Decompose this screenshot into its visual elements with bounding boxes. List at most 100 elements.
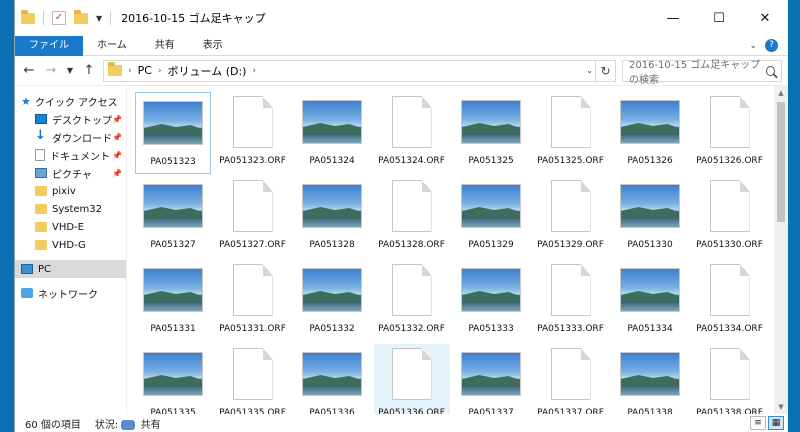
item-count: 60 個の項目 <box>25 419 81 431</box>
sidebar-item-vhd-g[interactable]: VHD-G <box>15 236 126 254</box>
file-item[interactable]: PA051326 <box>612 92 688 174</box>
expand-ribbon-icon[interactable]: ⌄ <box>749 41 757 51</box>
file-item[interactable]: PA051331 <box>135 260 211 342</box>
properties-icon[interactable]: ✓ <box>52 11 66 25</box>
minimize-button[interactable]: — <box>650 0 696 36</box>
sidebar-item-documents[interactable]: ドキュメント 📌 <box>15 146 126 164</box>
sidebar-item-desktop[interactable]: デスクトップ 📌 <box>15 110 126 128</box>
back-icon[interactable]: ← <box>21 63 37 78</box>
file-thumbnail <box>221 96 285 148</box>
file-item[interactable]: PA051336 <box>294 344 370 414</box>
file-item[interactable]: PA051334 <box>612 260 688 342</box>
raw-file-icon <box>550 180 591 232</box>
file-item[interactable]: PA051333.ORF <box>533 260 609 342</box>
file-name: PA051327 <box>150 240 196 250</box>
file-item[interactable]: PA051328 <box>294 176 370 258</box>
file-thumbnail <box>698 348 762 400</box>
file-thumbnail <box>539 348 603 400</box>
sidebar-item-network[interactable]: ネットワーク <box>15 284 126 302</box>
tab-view[interactable]: 表示 <box>189 36 237 56</box>
file-item[interactable]: PA051337 <box>453 344 529 414</box>
file-item[interactable]: PA051331.ORF <box>215 260 291 342</box>
file-name: PA051330.ORF <box>696 240 763 250</box>
file-item[interactable]: PA051323 <box>135 92 211 174</box>
file-item[interactable]: PA051335.ORF <box>215 344 291 414</box>
star-icon: ★ <box>21 94 31 108</box>
file-item[interactable]: PA051332 <box>294 260 370 342</box>
refresh-icon[interactable]: ↻ <box>595 60 615 81</box>
help-icon[interactable]: ? <box>765 39 778 52</box>
file-item[interactable]: PA051323.ORF <box>215 92 291 174</box>
file-item[interactable]: PA051326.ORF <box>692 92 768 174</box>
new-folder-icon[interactable] <box>74 9 88 24</box>
address-dropdown[interactable]: ⌄ <box>586 66 593 75</box>
sidebar-item-downloads[interactable]: ダウンロード 📌 <box>15 128 126 146</box>
file-name: PA051334.ORF <box>696 324 763 334</box>
file-item[interactable]: PA051329.ORF <box>533 176 609 258</box>
sidebar-item-quick-access[interactable]: ★ クイック アクセス <box>15 92 126 110</box>
sidebar-item-pc[interactable]: PC <box>15 260 126 278</box>
sidebar-item-system32[interactable]: System32 <box>15 200 126 218</box>
tab-home[interactable]: ホーム <box>83 36 141 56</box>
file-item[interactable]: PA051327 <box>135 176 211 258</box>
file-thumbnail <box>698 96 762 148</box>
breadcrumb-pc[interactable]: PC <box>138 64 152 77</box>
breadcrumb-separator[interactable]: › <box>128 66 132 76</box>
image-thumbnail-icon <box>461 268 521 312</box>
file-thumbnail <box>698 180 762 232</box>
file-item[interactable]: PA051329 <box>453 176 529 258</box>
large-icons-view-button[interactable]: ▦ <box>768 416 784 430</box>
vertical-scrollbar[interactable]: ▲ ▼ <box>774 86 788 414</box>
file-item[interactable]: PA051327.ORF <box>215 176 291 258</box>
recent-locations-dropdown[interactable]: ▼ <box>65 66 75 75</box>
file-item[interactable]: PA051330 <box>612 176 688 258</box>
close-button[interactable]: ✕ <box>742 0 788 36</box>
scrollbar-thumb[interactable] <box>777 102 785 222</box>
up-icon[interactable]: ↑ <box>81 63 97 78</box>
file-item[interactable]: PA051324 <box>294 92 370 174</box>
file-item[interactable]: PA051332.ORF <box>374 260 450 342</box>
tab-share[interactable]: 共有 <box>141 36 189 56</box>
file-item[interactable]: PA051338 <box>612 344 688 414</box>
scroll-down-icon[interactable]: ▼ <box>774 400 788 414</box>
file-thumbnail <box>539 96 603 148</box>
raw-file-icon <box>232 348 273 400</box>
file-name: PA051333 <box>468 324 514 334</box>
file-item[interactable]: PA051325.ORF <box>533 92 609 174</box>
address-bar[interactable]: › PC › ボリューム (D:) › ⌄ ↻ <box>103 59 616 82</box>
file-name: PA051328 <box>309 240 355 250</box>
file-thumbnail <box>300 264 364 316</box>
file-item[interactable]: PA051335 <box>135 344 211 414</box>
file-item[interactable]: PA051325 <box>453 92 529 174</box>
folder-icon <box>35 240 47 250</box>
forward-icon[interactable]: → <box>43 63 59 78</box>
file-item[interactable]: PA051338.ORF <box>692 344 768 414</box>
file-item[interactable]: PA051336.ORF <box>373 344 450 414</box>
sidebar-item-pictures[interactable]: ピクチャ 📌 <box>15 164 126 182</box>
sidebar-item-vhd-e[interactable]: VHD-E <box>15 218 126 236</box>
file-name: PA051334 <box>627 324 673 334</box>
search-input[interactable]: 2016-10-15 ゴム足キャップの検索 <box>622 59 782 86</box>
share-icon <box>121 419 136 430</box>
breadcrumb-separator[interactable]: › <box>252 66 256 76</box>
tab-file[interactable]: ファイル <box>15 35 83 56</box>
scroll-up-icon[interactable]: ▲ <box>774 86 788 100</box>
customize-toolbar-dropdown[interactable]: ▼ <box>96 14 102 23</box>
breadcrumb-volume[interactable]: ボリューム (D:) <box>168 63 247 79</box>
download-icon <box>35 128 47 143</box>
ribbon-right-controls: ⌄ ? <box>749 39 778 52</box>
file-item[interactable]: PA051330.ORF <box>692 176 768 258</box>
breadcrumb-separator[interactable]: › <box>158 66 162 76</box>
file-item[interactable]: PA051337.ORF <box>533 344 609 414</box>
file-item[interactable]: PA051333 <box>453 260 529 342</box>
details-view-button[interactable]: ≡ <box>750 416 766 430</box>
file-name: PA051324 <box>309 156 355 166</box>
maximize-button[interactable]: ☐ <box>696 0 742 36</box>
sidebar-item-label: System32 <box>52 203 103 215</box>
file-item[interactable]: PA051328.ORF <box>374 176 450 258</box>
raw-file-icon <box>232 264 273 316</box>
status-label: 状況: <box>94 419 119 431</box>
file-item[interactable]: PA051334.ORF <box>692 260 768 342</box>
sidebar-item-pixiv[interactable]: pixiv <box>15 182 126 200</box>
file-item[interactable]: PA051324.ORF <box>374 92 450 174</box>
